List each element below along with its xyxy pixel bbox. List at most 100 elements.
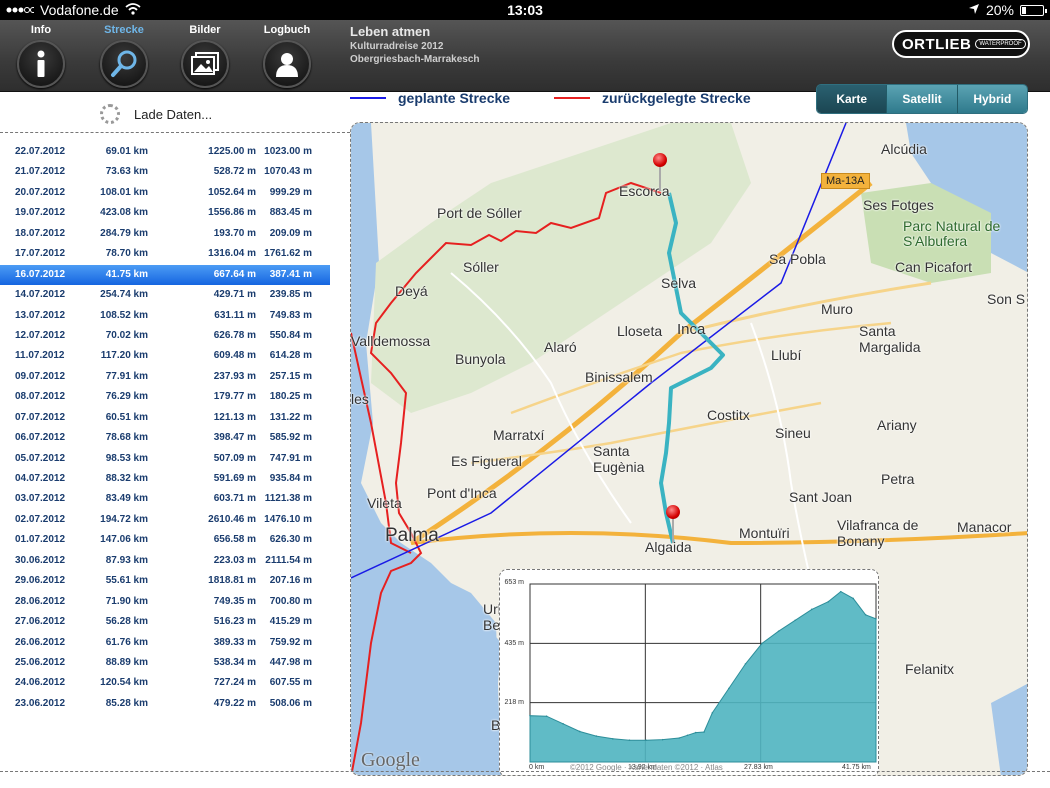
legend-traveled-line bbox=[554, 97, 590, 99]
end-pin-icon[interactable] bbox=[666, 505, 680, 543]
log-row[interactable]: 20.07.2012 108.01 km 1052.64 m 999.29 m bbox=[0, 183, 330, 203]
log-row[interactable]: 19.07.2012 423.08 km 1556.86 m 883.45 m bbox=[0, 203, 330, 223]
tab-info-label: Info bbox=[30, 24, 52, 36]
log-distance: 194.72 km bbox=[100, 513, 148, 525]
app-subtitle-2: Obergriesbach-Marrakesch bbox=[350, 54, 480, 65]
place-label: les bbox=[351, 391, 369, 407]
log-row[interactable]: 28.06.2012 71.90 km 749.35 m 700.80 m bbox=[0, 592, 330, 612]
tab-bilder[interactable]: Bilder bbox=[170, 24, 240, 88]
log-descent: 508.06 m bbox=[269, 697, 312, 709]
elev-point bbox=[595, 735, 598, 737]
log-row[interactable]: 02.07.2012 194.72 km 2610.46 m 1476.10 m bbox=[0, 510, 330, 530]
log-row[interactable]: 04.07.2012 88.32 km 591.69 m 935.84 m bbox=[0, 469, 330, 489]
log-date: 02.07.2012 bbox=[15, 513, 66, 525]
battery-percent: 20% bbox=[985, 2, 1014, 18]
start-pin-head bbox=[653, 153, 667, 167]
place-label: Felanitx bbox=[905, 661, 955, 677]
log-row[interactable]: 23.06.2012 85.28 km 479.22 m 508.06 m bbox=[0, 694, 330, 714]
log-row[interactable]: 18.07.2012 284.79 km 193.70 m 209.09 m bbox=[0, 224, 330, 244]
route-map[interactable]: Alcúdia Ses Fotges Parc Natural de S'Albuf… bbox=[350, 122, 1028, 776]
tab-info[interactable]: Info bbox=[6, 24, 76, 88]
elevation-chart bbox=[529, 583, 877, 763]
place-label: Valldemossa bbox=[351, 333, 431, 349]
map-type-karte[interactable]: Karte bbox=[817, 85, 888, 113]
log-descent: 447.98 m bbox=[269, 656, 312, 668]
log-row[interactable]: 13.07.2012 108.52 km 631.11 m 749.83 m bbox=[0, 306, 330, 326]
log-ascent: 1316.04 m bbox=[208, 248, 256, 260]
log-row[interactable]: 24.06.2012 120.54 km 727.24 m 607.55 m bbox=[0, 673, 330, 693]
logo-sub: WATERPROOF bbox=[975, 39, 1026, 49]
log-ascent: 1818.81 m bbox=[208, 575, 256, 587]
place-label: Sóller bbox=[463, 259, 499, 275]
log-distance: 88.89 km bbox=[105, 656, 148, 668]
status-bar: Vodafone.de 13:03 20% bbox=[0, 0, 1050, 20]
log-ascent: 223.03 m bbox=[213, 554, 256, 566]
place-label: Vilafranca de Bonany bbox=[837, 517, 919, 549]
log-distance: 147.06 km bbox=[100, 534, 148, 546]
log-date: 29.06.2012 bbox=[15, 575, 66, 587]
log-date: 19.07.2012 bbox=[15, 207, 66, 219]
log-row[interactable]: 22.07.2012 69.01 km 1225.00 m 1023.00 m bbox=[0, 142, 330, 162]
log-distance: 120.54 km bbox=[100, 677, 148, 689]
elev-point bbox=[694, 731, 697, 734]
log-distance: 73.63 km bbox=[105, 166, 148, 178]
log-row[interactable]: 27.06.2012 56.28 km 516.23 m 415.29 m bbox=[0, 612, 330, 632]
place-label: Alaró bbox=[544, 339, 577, 355]
log-row[interactable]: 05.07.2012 98.53 km 507.09 m 747.91 m bbox=[0, 449, 330, 469]
log-row[interactable]: 14.07.2012 254.74 km 429.71 m 239.85 m bbox=[0, 285, 330, 305]
log-row[interactable]: 26.06.2012 61.76 km 389.33 m 759.92 m bbox=[0, 633, 330, 653]
log-row[interactable]: 29.06.2012 55.61 km 1818.81 m 207.16 m bbox=[0, 571, 330, 591]
log-distance: 61.76 km bbox=[105, 636, 148, 648]
start-pin-icon[interactable] bbox=[653, 153, 667, 191]
log-distance: 71.90 km bbox=[105, 595, 148, 607]
log-date: 01.07.2012 bbox=[15, 534, 66, 546]
legend-planned: geplante Strecke bbox=[350, 90, 510, 106]
place-label: Binissalem bbox=[585, 369, 653, 385]
log-descent: 1761.62 m bbox=[264, 248, 312, 260]
log-row[interactable]: 08.07.2012 76.29 km 179.77 m 180.25 m bbox=[0, 387, 330, 407]
map-type-satellit[interactable]: Satellit bbox=[887, 85, 958, 113]
map-type-hybrid[interactable]: Hybrid bbox=[957, 85, 1027, 113]
app-title: Leben atmen Kulturradreise 2012 Obergrie… bbox=[350, 24, 480, 65]
log-ascent: 667.64 m bbox=[213, 268, 256, 280]
info-icon bbox=[17, 40, 65, 88]
place-label: Ses Fotges bbox=[863, 197, 934, 213]
elev-point bbox=[529, 714, 531, 717]
log-row[interactable]: 06.07.2012 78.68 km 398.47 m 585.92 m bbox=[0, 428, 330, 448]
log-row[interactable]: 17.07.2012 78.70 km 1316.04 m 1761.62 m bbox=[0, 244, 330, 264]
place-label: Algaida bbox=[645, 539, 692, 555]
log-row[interactable]: 16.07.2012 41.75 km 667.64 m 387.41 m bbox=[0, 264, 330, 286]
log-ascent: 193.70 m bbox=[213, 227, 256, 239]
log-descent: 2111.54 m bbox=[265, 554, 312, 566]
elev-point bbox=[562, 723, 564, 725]
log-descent: 209.09 m bbox=[269, 227, 312, 239]
tab-logbuch[interactable]: Logbuch bbox=[252, 24, 322, 88]
logo-brand: ORTLIEB bbox=[902, 35, 972, 53]
log-distance: 254.74 km bbox=[100, 289, 148, 301]
log-row[interactable]: 30.06.2012 87.93 km 223.03 m 2111.54 m bbox=[0, 551, 330, 571]
log-row[interactable]: 11.07.2012 117.20 km 609.48 m 614.28 m bbox=[0, 346, 330, 366]
elev-point bbox=[744, 663, 747, 665]
elev-point bbox=[661, 738, 664, 741]
log-ascent: 603.71 m bbox=[213, 493, 256, 505]
place-label: Parc Natural de S'Albufera bbox=[903, 218, 1001, 249]
tab-strecke[interactable]: Strecke bbox=[89, 24, 159, 88]
log-descent: 257.15 m bbox=[269, 370, 312, 382]
log-row[interactable]: 12.07.2012 70.02 km 626.78 m 550.84 m bbox=[0, 326, 330, 346]
log-descent: 1121.38 m bbox=[264, 493, 312, 505]
log-row[interactable]: 25.06.2012 88.89 km 538.34 m 447.98 m bbox=[0, 653, 330, 673]
log-distance: 76.29 km bbox=[105, 391, 148, 403]
place-label: Es Figueral bbox=[451, 453, 522, 469]
log-row[interactable]: 01.07.2012 147.06 km 656.58 m 626.30 m bbox=[0, 530, 330, 550]
log-row[interactable]: 07.07.2012 60.51 km 121.13 m 131.22 m bbox=[0, 408, 330, 428]
elev-point bbox=[711, 712, 714, 714]
place-label: Vileta bbox=[367, 495, 402, 511]
log-row[interactable]: 09.07.2012 77.91 km 237.93 m 257.15 m bbox=[0, 367, 330, 387]
log-descent: 207.16 m bbox=[269, 575, 312, 587]
log-row[interactable]: 03.07.2012 83.49 km 603.71 m 1121.38 m bbox=[0, 489, 330, 509]
log-descent: 626.30 m bbox=[269, 534, 312, 546]
elev-point bbox=[852, 597, 855, 600]
log-table: 22.07.2012 69.01 km 1225.00 m 1023.00 m 21.0… bbox=[0, 142, 330, 714]
place-label: Muro bbox=[821, 301, 853, 317]
log-row[interactable]: 21.07.2012 73.63 km 528.72 m 1070.43 m bbox=[0, 162, 330, 182]
